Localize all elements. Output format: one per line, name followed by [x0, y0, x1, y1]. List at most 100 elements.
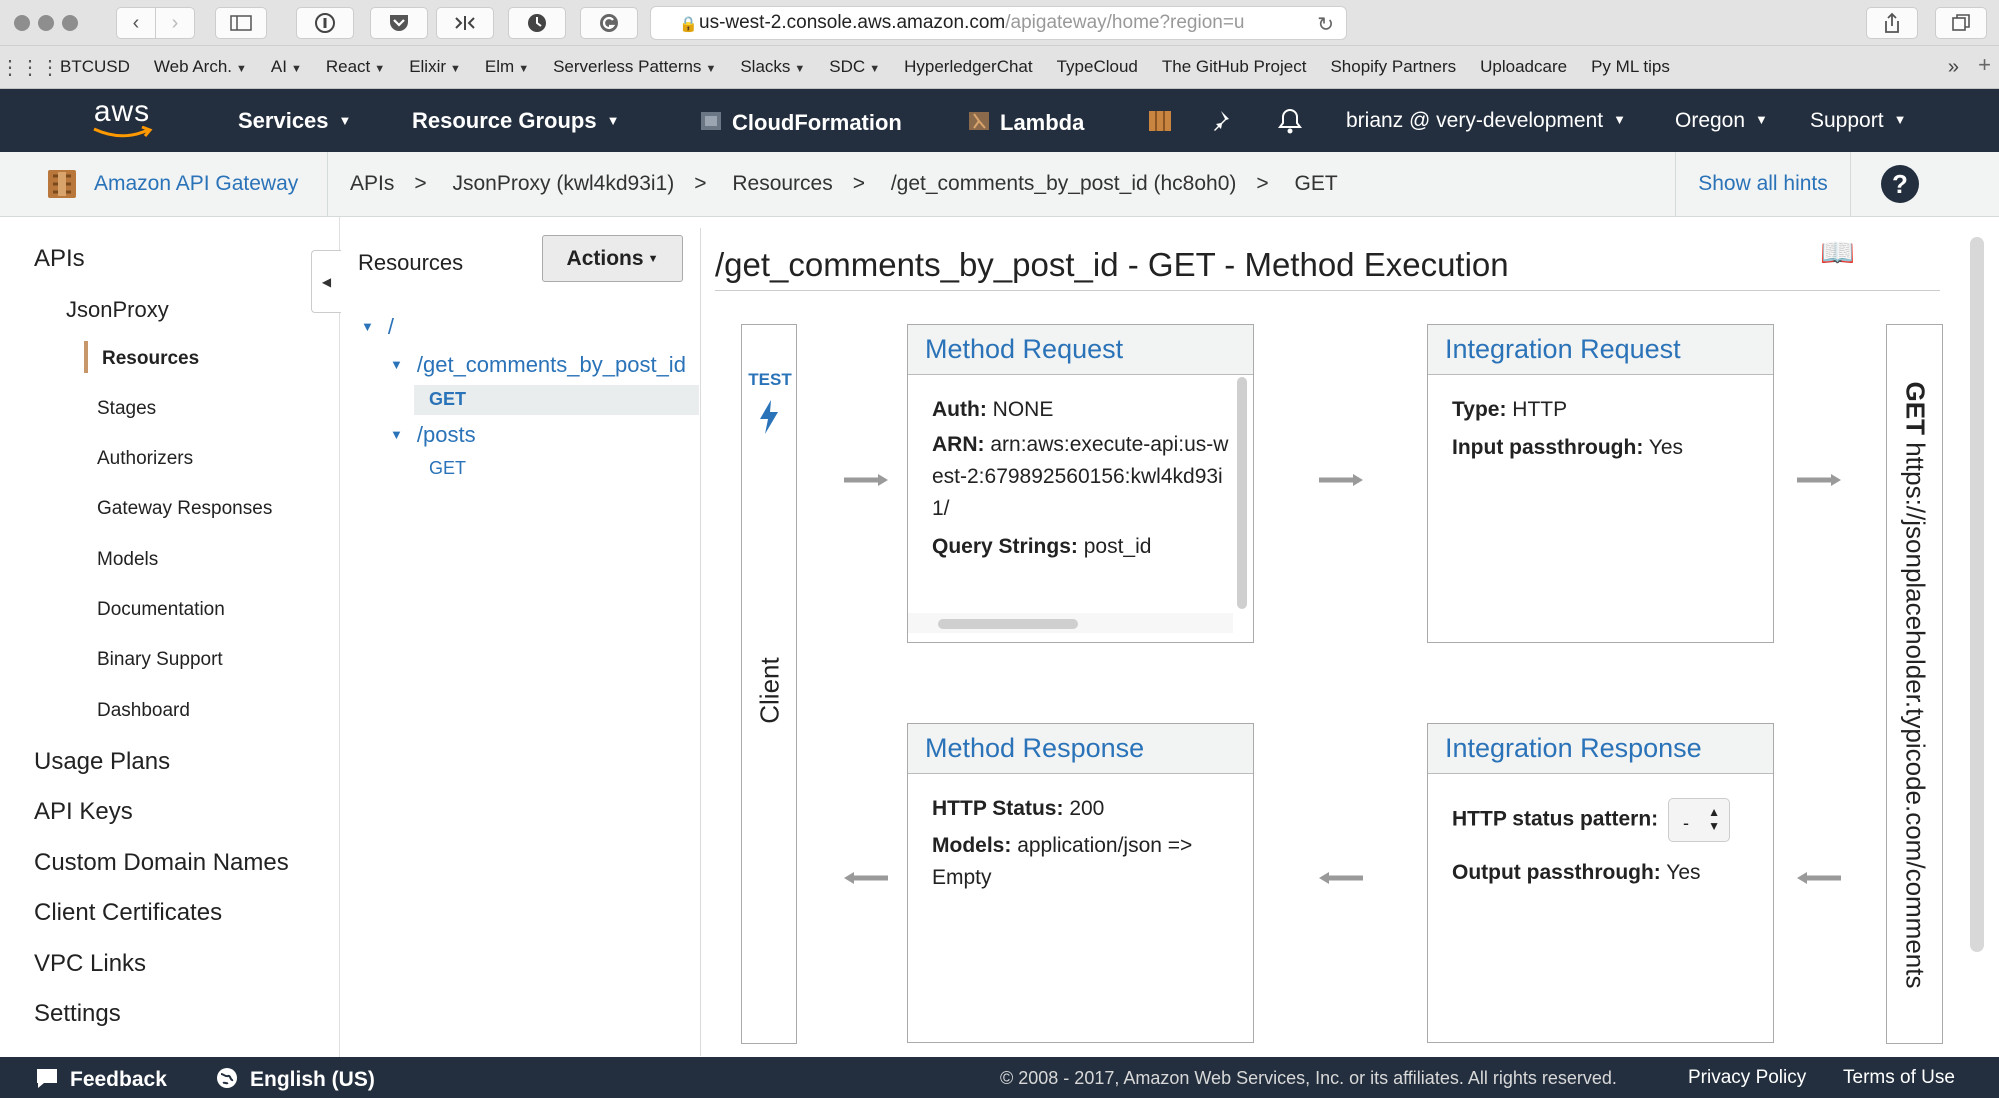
actions-label: Actions: [566, 246, 644, 270]
url-path: /apigateway/home?region=u: [1005, 12, 1245, 33]
method-response-link[interactable]: Method Response: [908, 724, 1253, 774]
cloudformation-shortcut[interactable]: CloudFormation: [698, 108, 902, 136]
bookmark-item[interactable]: Elixir ▼: [409, 57, 461, 77]
privacy-policy-link[interactable]: Privacy Policy: [1688, 1067, 1806, 1089]
language-selector[interactable]: English (US): [214, 1066, 375, 1092]
bookmark-item[interactable]: SDC ▼: [829, 57, 880, 77]
reload-icon[interactable]: ↻: [1317, 12, 1334, 37]
share-button[interactable]: [1866, 7, 1918, 39]
nav-gateway-responses[interactable]: Gateway Responses: [97, 498, 272, 520]
expand-icon[interactable]: ▼: [361, 319, 374, 334]
extension-grammarly-button[interactable]: [580, 7, 638, 39]
nav-stages[interactable]: Stages: [97, 398, 156, 420]
nav-settings[interactable]: Settings: [34, 1000, 121, 1028]
sidebar-toggle-button[interactable]: [215, 7, 267, 39]
new-tab-icon[interactable]: +: [1978, 52, 1991, 78]
breadcrumb-apis[interactable]: APIs: [350, 172, 394, 195]
nav-api-jsonproxy[interactable]: JsonProxy: [66, 297, 169, 323]
feedback-link[interactable]: Feedback: [34, 1066, 167, 1092]
documentation-icon[interactable]: 📖: [1820, 236, 1855, 269]
nav-custom-domain-names[interactable]: Custom Domain Names: [34, 849, 289, 877]
tree-method-get[interactable]: GET: [429, 458, 466, 479]
grid-icon[interactable]: ⋮⋮⋮: [0, 55, 60, 80]
extension-button[interactable]: [436, 7, 494, 39]
minimize-window-button[interactable]: [38, 15, 54, 31]
service-home-link[interactable]: Amazon API Gateway: [14, 152, 328, 216]
bookmark-item[interactable]: Serverless Patterns ▼: [553, 57, 716, 77]
bookmark-item[interactable]: Shopify Partners: [1330, 57, 1456, 77]
status-pattern-select[interactable]: - ▲ ▼: [1667, 798, 1730, 842]
expand-icon[interactable]: ▼: [390, 427, 403, 442]
support-menu[interactable]: Support ▼: [1810, 109, 1906, 133]
help-icon[interactable]: ?: [1881, 165, 1919, 203]
expand-icon[interactable]: ▼: [390, 357, 403, 372]
bookmark-item[interactable]: BTCUSD: [60, 57, 130, 77]
resource-groups-menu[interactable]: Resource Groups ▼: [412, 108, 619, 134]
bookmark-label: The GitHub Project: [1161, 57, 1307, 76]
bookmark-item[interactable]: Slacks ▼: [740, 57, 805, 77]
chevron-down-icon: ▼: [374, 63, 386, 75]
tree-root[interactable]: ▼ /: [361, 314, 394, 340]
bell-icon[interactable]: [1277, 107, 1303, 135]
bookmark-item[interactable]: Py ML tips: [1591, 57, 1670, 77]
actions-button[interactable]: Actions ▼: [542, 235, 683, 282]
extension-1password-button[interactable]: [296, 7, 354, 39]
horizontal-scrollbar[interactable]: [938, 619, 1078, 629]
chevron-down-icon: ▼: [518, 63, 530, 75]
nav-client-certificates[interactable]: Client Certificates: [34, 899, 222, 927]
bookmark-item[interactable]: HyperledgerChat: [904, 57, 1033, 77]
pin-icon[interactable]: [1212, 108, 1236, 132]
tree-resource-get-comments[interactable]: ▼ /get_comments_by_post_id: [390, 352, 686, 378]
main-scrollbar[interactable]: [1970, 237, 1984, 952]
nav-models[interactable]: Models: [97, 549, 158, 571]
nav-apis[interactable]: APIs: [34, 245, 85, 273]
zoom-window-button[interactable]: [62, 15, 78, 31]
services-menu[interactable]: Services ▼: [238, 108, 351, 134]
nav-api-keys[interactable]: API Keys: [34, 798, 133, 826]
more-bookmarks-button[interactable]: »: [1948, 56, 1959, 79]
tree-resource-posts[interactable]: ▼ /posts: [390, 422, 476, 448]
bookmark-item[interactable]: Uploadcare: [1480, 57, 1567, 77]
close-window-button[interactable]: [14, 15, 30, 31]
nav-usage-plans[interactable]: Usage Plans: [34, 748, 170, 776]
nav-resources[interactable]: Resources: [102, 348, 199, 370]
nav-binary-support[interactable]: Binary Support: [97, 649, 223, 671]
account-menu[interactable]: brianz @ very-development ▼: [1346, 109, 1626, 133]
nav-vpc-links[interactable]: VPC Links: [34, 950, 146, 978]
nav-authorizers[interactable]: Authorizers: [97, 448, 193, 470]
bookmark-label: Slacks: [740, 57, 791, 76]
lambda-shortcut[interactable]: Lambda: [966, 108, 1084, 136]
forward-button[interactable]: ›: [155, 7, 195, 39]
breadcrumb: APIs > JsonProxy (kwl4kd93i1) > Resources >…: [350, 172, 1358, 196]
back-button[interactable]: ‹: [116, 7, 156, 39]
address-bar[interactable]: 🔒 us-west-2.console.aws.amazon.com/apiga…: [650, 6, 1347, 40]
breadcrumb-resource[interactable]: /get_comments_by_post_id (hc8oh0): [891, 172, 1237, 195]
region-menu[interactable]: Oregon ▼: [1675, 109, 1768, 133]
bookmark-item[interactable]: The GitHub Project: [1162, 57, 1307, 77]
method-request-link[interactable]: Method Request: [908, 325, 1253, 375]
lightning-bolt-icon[interactable]: [756, 399, 782, 435]
breadcrumb-resources[interactable]: Resources: [732, 172, 832, 195]
collapse-nav-button[interactable]: ◀: [311, 250, 341, 313]
nav-documentation[interactable]: Documentation: [97, 599, 225, 621]
extension-pocket-button[interactable]: [370, 7, 428, 39]
service-shortcut-icon[interactable]: [1146, 107, 1174, 135]
tabs-overview-button[interactable]: [1935, 7, 1987, 39]
vertical-scrollbar[interactable]: [1237, 377, 1247, 609]
bookmark-item[interactable]: React ▼: [326, 57, 385, 77]
nav-dashboard[interactable]: Dashboard: [97, 700, 190, 722]
bookmark-item[interactable]: Web Arch. ▼: [154, 57, 247, 77]
test-link[interactable]: TEST: [742, 370, 798, 390]
integration-request-body: Type: HTTP Input passthrough: Yes: [1428, 375, 1773, 464]
tree-method-get-selected[interactable]: GET: [429, 389, 466, 410]
integration-response-link[interactable]: Integration Response: [1428, 724, 1773, 774]
integration-request-link[interactable]: Integration Request: [1428, 325, 1773, 375]
extension-clock-button[interactable]: [508, 7, 566, 39]
aws-logo[interactable]: aws: [86, 97, 158, 144]
bookmark-item[interactable]: Elm ▼: [485, 57, 529, 77]
bookmark-item[interactable]: AI ▼: [271, 57, 302, 77]
bookmark-item[interactable]: TypeCloud: [1057, 57, 1138, 77]
terms-of-use-link[interactable]: Terms of Use: [1843, 1067, 1955, 1089]
show-all-hints-link[interactable]: Show all hints: [1675, 152, 1850, 216]
breadcrumb-api[interactable]: JsonProxy (kwl4kd93i1): [452, 172, 674, 195]
